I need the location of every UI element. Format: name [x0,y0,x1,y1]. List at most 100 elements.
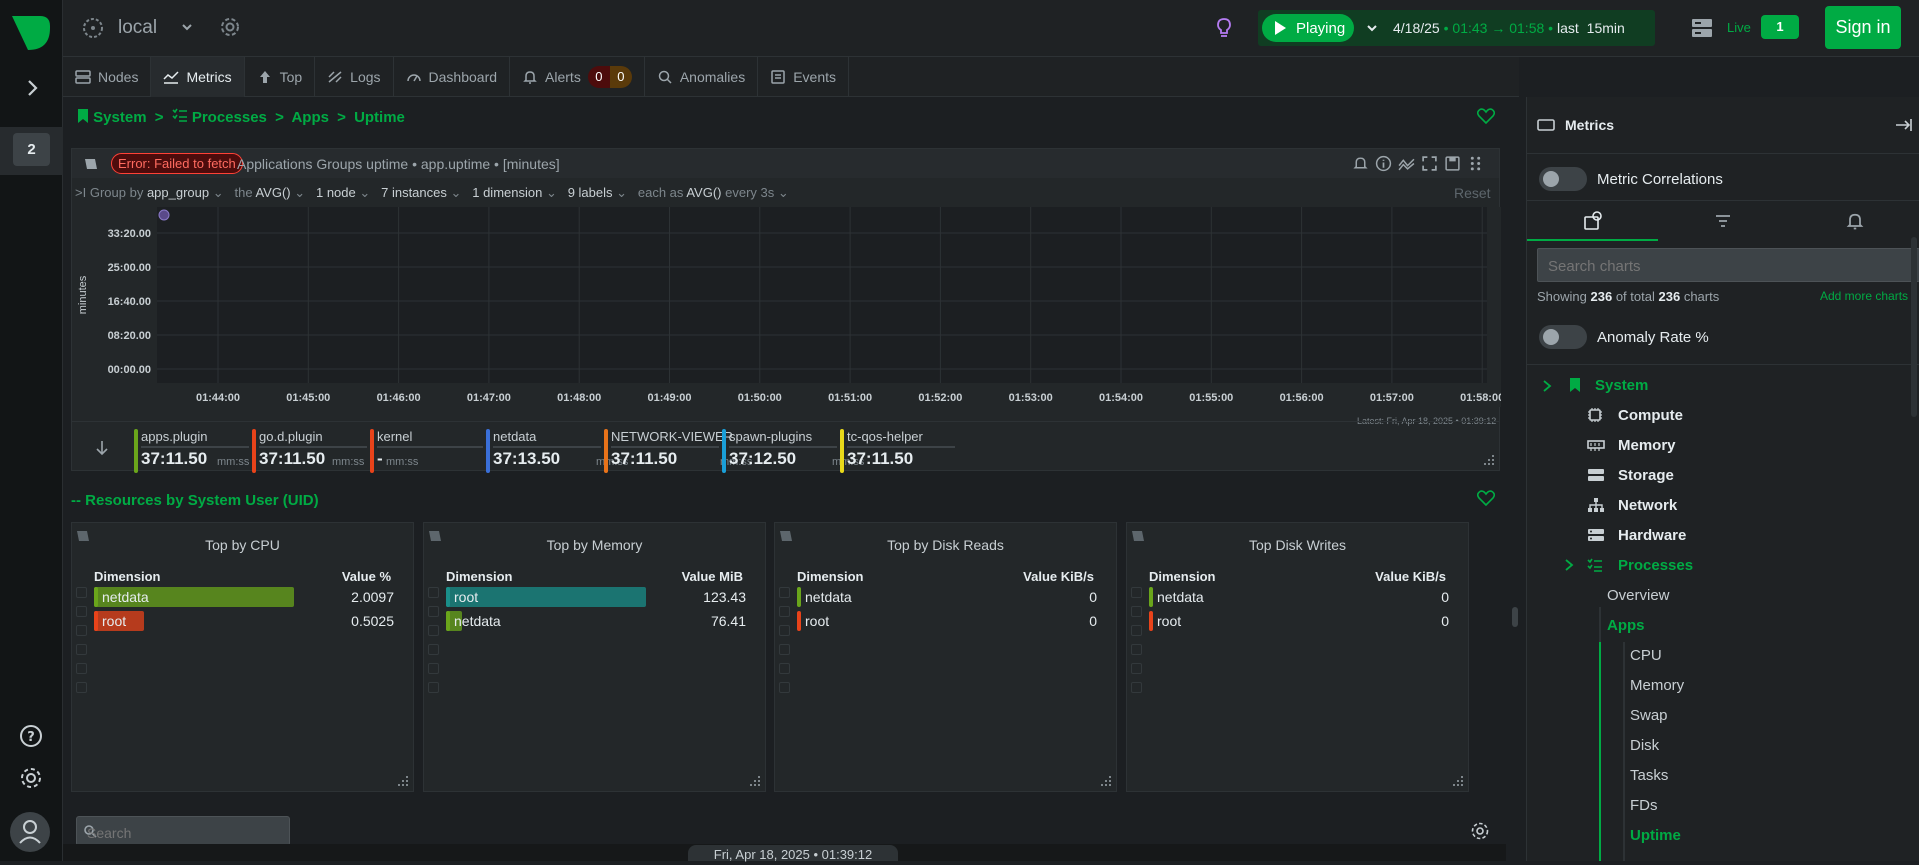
alert-count-badges[interactable]: 0 0 [587,66,632,88]
row-checkbox[interactable] [1131,587,1142,598]
reset-button[interactable]: Reset [1454,185,1491,201]
legend-item[interactable]: NETWORK-VIEWER 37:11.50 mm:ss [604,425,752,475]
tab-anomalies[interactable]: Anomalies [645,57,759,97]
heart-icon[interactable] [1476,108,1496,125]
main-scrollbar[interactable] [1506,97,1526,861]
row-checkbox[interactable] [1131,606,1142,617]
table-row[interactable]: root 0 [1149,611,1449,631]
row-checkbox[interactable] [76,644,87,655]
space-badge[interactable]: 2 [13,133,50,166]
row-checkbox[interactable] [779,644,790,655]
uptime-plot[interactable]: 00:00.00 08:20.00 16:40.00 25:00.00 33:20.00… [72,207,1501,407]
processes-expand-chevron-icon[interactable] [1563,558,1575,572]
table-row[interactable]: netdata 76.41 [446,611,746,631]
resize-handle-icon[interactable] [1100,775,1112,787]
table-row[interactable]: netdata 0 [1149,587,1449,607]
chart-info-icon[interactable] [1375,155,1392,172]
collapse-icon[interactable]: >I [75,185,86,200]
table-row[interactable]: root 0.5025 [94,611,394,631]
resize-handle-icon[interactable] [1483,453,1495,465]
breadcrumb-processes[interactable]: Processes [192,109,267,126]
sign-in-button[interactable]: Sign in [1825,6,1901,49]
row-checkbox[interactable] [1131,663,1142,674]
row-checkbox[interactable] [76,625,87,636]
nav-apps-fds[interactable]: FDs [1630,797,1658,814]
metric-correlations-toggle[interactable] [1539,167,1587,191]
sidebar-tab-charts[interactable] [1527,201,1658,241]
row-checkbox[interactable] [1131,682,1142,693]
aggregation-dropdown[interactable]: the AVG() ⌄ [234,185,305,200]
tab-alerts[interactable]: Alerts 0 0 [510,57,645,97]
nav-network[interactable]: Network [1618,497,1677,514]
instances-dropdown[interactable]: 7 instances ⌄ [381,185,461,200]
nodes-dropdown[interactable]: 1 node ⌄ [316,185,370,200]
tab-events[interactable]: Events [758,57,850,97]
nav-apps[interactable]: Apps [1607,617,1645,634]
nav-apps-disk[interactable]: Disk [1630,737,1659,754]
tab-logs[interactable]: Logs [315,57,394,97]
user-avatar-icon[interactable] [10,812,50,852]
chart-fullscreen-icon[interactable] [1421,155,1438,172]
resize-handle-icon[interactable] [749,775,761,787]
sidebar-tab-alerts[interactable] [1789,201,1919,241]
nav-apps-cpu[interactable]: CPU [1630,647,1662,664]
row-checkbox[interactable] [779,587,790,598]
bottom-search-input[interactable] [87,823,277,843]
bottom-search-box[interactable] [76,816,290,846]
netdata-logo[interactable] [10,14,52,52]
breadcrumb-apps[interactable]: Apps [291,109,329,126]
sort-down-arrow-icon[interactable] [94,439,110,457]
tab-top[interactable]: Top [245,57,316,97]
settings-gear-icon[interactable] [18,765,44,791]
row-checkbox[interactable] [428,625,439,636]
chart-alert-bell-icon[interactable] [1352,155,1369,172]
nav-processes[interactable]: Processes [1618,557,1693,574]
labels-dropdown[interactable]: 9 labels ⌄ [568,185,627,200]
nav-apps-tasks[interactable]: Tasks [1630,767,1668,784]
breadcrumb-uptime[interactable]: Uptime [354,109,405,126]
resize-handle-icon[interactable] [1452,775,1464,787]
room-dropdown-chevron-icon[interactable] [179,19,195,35]
nav-apps-uptime[interactable]: Uptime [1630,827,1681,844]
table-row[interactable]: root 123.43 [446,587,746,607]
nav-overview[interactable]: Overview [1607,587,1670,604]
news-feed-icon[interactable] [1691,17,1713,39]
row-checkbox[interactable] [76,587,87,598]
nav-apps-memory[interactable]: Memory [1630,677,1684,694]
play-dropdown-chevron-icon[interactable] [1364,20,1380,36]
row-checkbox[interactable] [76,606,87,617]
legend-item[interactable]: spawn-plugins 37:12.50 mm:ss [722,425,864,475]
room-settings-gear-icon[interactable] [219,16,241,38]
sidebar-scrollbar[interactable] [1907,97,1919,427]
chart-drag-icon[interactable] [1467,155,1484,172]
row-checkbox[interactable] [76,663,87,674]
search-charts-box[interactable] [1537,248,1919,282]
nav-hardware[interactable]: Hardware [1618,527,1686,544]
resize-handle-icon[interactable] [397,775,409,787]
tab-dashboard[interactable]: Dashboard [394,57,511,97]
nav-memory[interactable]: Memory [1618,437,1676,454]
row-checkbox[interactable] [779,663,790,674]
tab-metrics[interactable]: Metrics [151,57,245,97]
table-row[interactable]: netdata 2.0097 [94,587,394,607]
anomaly-rate-toggle[interactable] [1539,325,1587,349]
row-checkbox[interactable] [1131,625,1142,636]
row-checkbox[interactable] [428,587,439,598]
tab-nodes[interactable]: Nodes [63,57,152,97]
breadcrumb-system[interactable]: System [93,109,146,126]
nav-system[interactable]: System [1595,377,1648,394]
chart-save-icon[interactable] [1444,155,1461,172]
add-more-charts-link[interactable]: Add more charts [1820,289,1908,303]
row-checkbox[interactable] [428,606,439,617]
lightbulb-icon[interactable] [1213,16,1235,38]
table-row[interactable]: root 0 [797,611,1097,631]
nav-compute[interactable]: Compute [1618,407,1683,424]
row-checkbox[interactable] [779,625,790,636]
legend-item[interactable]: netdata 37:13.50 mm:ss [486,425,628,475]
help-icon[interactable]: ? [18,723,44,749]
row-checkbox[interactable] [428,663,439,674]
chart-anomaly-icon[interactable] [1398,155,1415,172]
each-as-dropdown[interactable]: each as AVG() every 3s ⌄ [638,185,789,200]
row-checkbox[interactable] [779,606,790,617]
sidebar-tab-filters[interactable] [1658,201,1789,241]
